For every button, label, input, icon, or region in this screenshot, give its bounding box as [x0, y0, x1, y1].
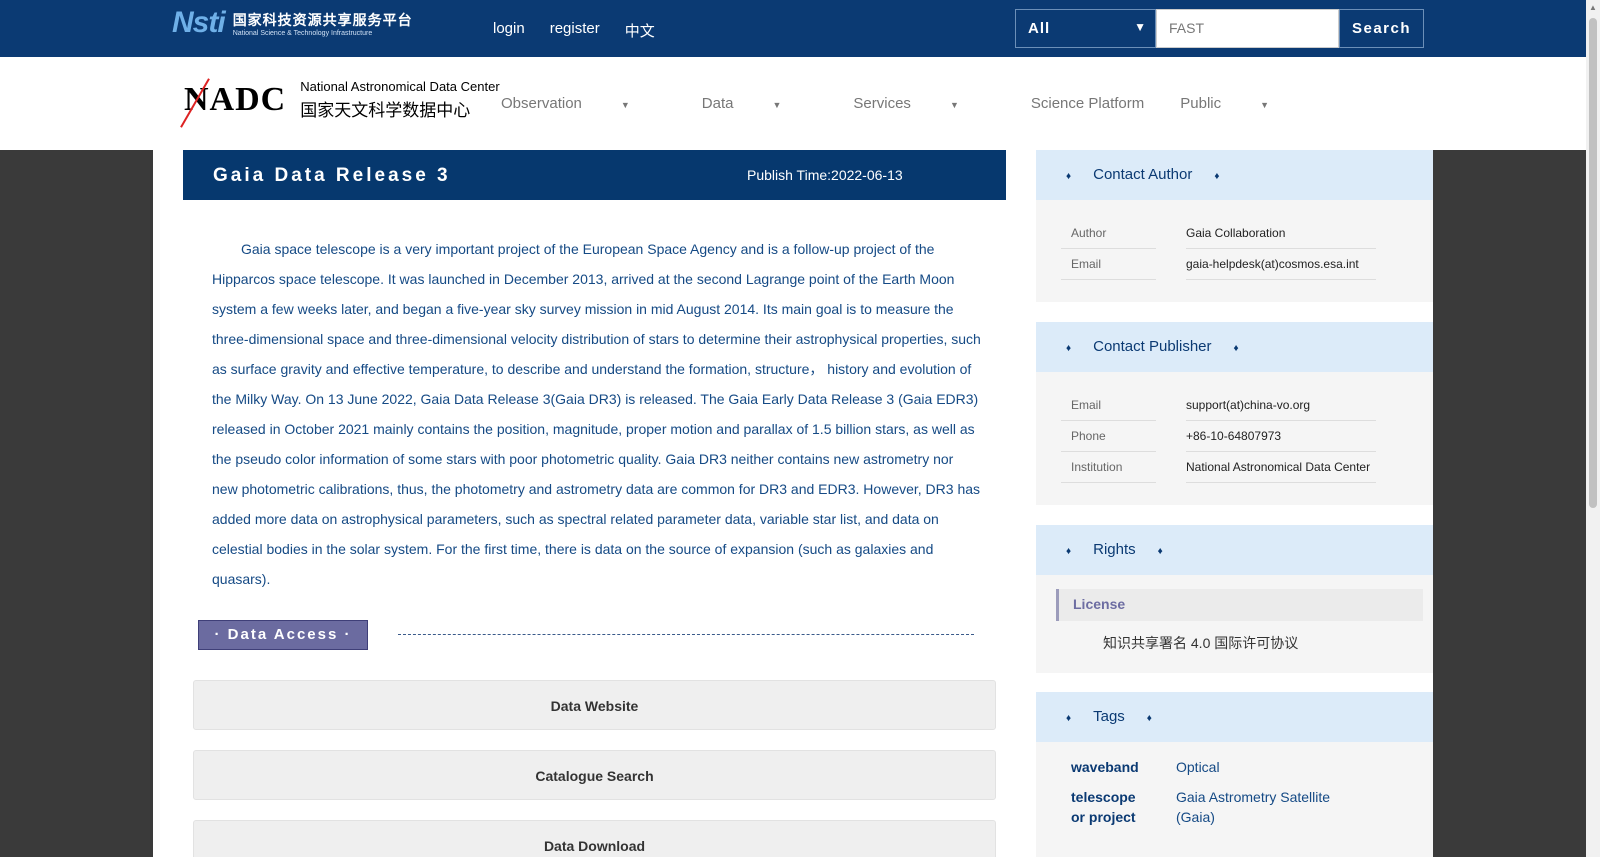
search-button[interactable]: Search: [1339, 9, 1424, 48]
publisher-institution-row: Institution National Astronomical Data C…: [1036, 452, 1433, 483]
publisher-email-row: Email support(at)china-vo.org: [1036, 390, 1433, 421]
data-website-button[interactable]: Data Website: [193, 680, 996, 730]
author-email-value[interactable]: gaia-helpdesk(at)cosmos.esa.int: [1186, 249, 1376, 280]
nsti-logo-en: National Science & Technology Infrastruc…: [232, 29, 373, 37]
top-bar: Nsti 国家科技资源共享服务平台 National Science & Tec…: [0, 0, 1586, 57]
menu-public[interactable]: Public ▼: [1180, 95, 1305, 112]
diamond-icon: ♦: [1146, 713, 1152, 724]
rights-title: Rights: [1093, 541, 1136, 558]
scroll-up-arrow-icon[interactable]: ▲: [1589, 3, 1597, 12]
dataset-header: Gaia Data Release 3 Publish Time:2022-06…: [183, 150, 1006, 200]
author-row: Author Gaia Collaboration: [1036, 218, 1433, 249]
author-key: Author: [1061, 218, 1156, 249]
publish-time: Publish Time:2022-06-13: [747, 167, 903, 183]
diamond-icon: ♦: [1066, 171, 1072, 182]
contact-author-title: Contact Author: [1093, 166, 1193, 183]
search-scope-select[interactable]: All ▼: [1015, 9, 1156, 48]
publisher-email-value[interactable]: support(at)china-vo.org: [1186, 390, 1376, 421]
caret-down-icon: ▼: [1260, 100, 1270, 110]
publisher-phone-value: +86-10-64807973: [1186, 421, 1376, 452]
contact-publisher-title: Contact Publisher: [1093, 338, 1212, 355]
catalogue-search-button[interactable]: Catalogue Search: [193, 750, 996, 800]
dataset-description: Gaia space telescope is a very important…: [212, 241, 981, 587]
divider: [398, 634, 974, 635]
data-download-button[interactable]: Data Download: [193, 820, 996, 857]
contact-author-panel: ♦ Contact Author ♦ Author Gaia Collaborati…: [1036, 150, 1433, 302]
author-email-key: Email: [1061, 249, 1156, 280]
top-links: login register 中文: [493, 20, 680, 41]
tag-key: waveband: [1071, 759, 1139, 775]
diamond-icon: ♦: [1214, 171, 1220, 182]
chevron-down-icon: ▼: [1134, 20, 1147, 34]
caret-down-icon: ▼: [620, 100, 630, 110]
language-link[interactable]: 中文: [625, 20, 655, 41]
publisher-phone-row: Phone +86-10-64807973: [1036, 421, 1433, 452]
tag-key: telescope or project: [1071, 789, 1136, 825]
nadc-logo-letters: NADC: [184, 81, 287, 118]
content-area: Gaia Data Release 3 Publish Time:2022-06…: [153, 150, 1433, 857]
nadc-logo-en: National Astronomical Data Center: [300, 79, 500, 94]
main-menu: Observation ▼ Data ▼ Services ▼ Science Pla…: [501, 95, 1341, 112]
diamond-icon: ♦: [1066, 713, 1072, 724]
tag-value: Gaia Astrometry Satellite (Gaia): [1176, 789, 1331, 825]
license-label: License: [1056, 589, 1423, 621]
search-input[interactable]: FAST: [1156, 9, 1339, 48]
publisher-email-key: Email: [1061, 390, 1156, 421]
contact-publisher-panel: ♦ Contact Publisher ♦ Email support(at)chi…: [1036, 322, 1433, 505]
tag-row: waveband Optical: [1036, 757, 1433, 777]
menu-data[interactable]: Data ▼: [702, 95, 818, 112]
publisher-institution-key: Institution: [1061, 452, 1156, 483]
tags-header: ♦ Tags ♦: [1036, 692, 1433, 742]
diamond-icon: ♦: [1157, 546, 1163, 557]
nadc-logo-cn: 国家天文科学数据中心: [300, 101, 471, 120]
search-form: All ▼ FAST Search: [1015, 9, 1424, 48]
license-text[interactable]: 知识共享署名 4.0 国际许可协议: [1036, 621, 1433, 653]
nadc-logo-mark: NADC: [180, 78, 287, 128]
rights-panel: ♦ Rights ♦ License 知识共享署名 4.0 国际许可协议: [1036, 525, 1433, 673]
page-scrollbar[interactable]: ▲: [1586, 0, 1600, 857]
dataset-title: Gaia Data Release 3: [213, 165, 451, 186]
register-link[interactable]: register: [550, 20, 600, 41]
menu-science-platform[interactable]: Science Platform: [1031, 95, 1144, 112]
menu-observation[interactable]: Observation ▼: [501, 95, 666, 112]
rights-header: ♦ Rights ♦: [1036, 525, 1433, 575]
contact-publisher-header: ♦ Contact Publisher ♦: [1036, 322, 1433, 372]
nsti-logo-cn: 国家科技资源共享服务平台: [232, 11, 413, 28]
menu-services[interactable]: Services ▼: [853, 95, 994, 112]
tags-panel: ♦ Tags ♦ waveband Optical telescope or pro…: [1036, 692, 1433, 857]
scrollbar-thumb[interactable]: [1589, 18, 1597, 508]
nsti-logo-mark: Nsti: [172, 6, 226, 39]
author-value: Gaia Collaboration: [1186, 218, 1376, 249]
data-access-heading: · Data Access ·: [198, 620, 368, 650]
search-scope-value: All: [1028, 20, 1051, 37]
caret-down-icon: ▼: [949, 100, 959, 110]
contact-author-header: ♦ Contact Author ♦: [1036, 150, 1433, 200]
tag-value: Optical: [1176, 759, 1220, 775]
menu-observation-label: Observation: [501, 95, 582, 112]
publisher-phone-key: Phone: [1061, 421, 1156, 452]
menu-data-label: Data: [701, 95, 734, 112]
nadc-logo[interactable]: NADC National Astronomical Data Center 国…: [180, 78, 500, 128]
tag-row: telescope or project Gaia Astrometry Sat…: [1036, 787, 1433, 827]
menu-public-label: Public: [1180, 95, 1222, 112]
author-email-row: Email gaia-helpdesk(at)cosmos.esa.int: [1036, 249, 1433, 280]
diamond-icon: ♦: [1233, 343, 1239, 354]
diamond-icon: ♦: [1066, 546, 1072, 557]
caret-down-icon: ▼: [772, 100, 782, 110]
menu-services-label: Services: [853, 95, 911, 112]
publisher-institution-value: National Astronomical Data Center: [1186, 452, 1376, 483]
login-link[interactable]: login: [493, 20, 525, 41]
diamond-icon: ♦: [1066, 343, 1072, 354]
tags-title: Tags: [1093, 708, 1125, 725]
nsti-logo[interactable]: Nsti 国家科技资源共享服务平台 National Science & Tec…: [172, 6, 413, 40]
nav-bar: NADC National Astronomical Data Center 国…: [0, 57, 1586, 150]
